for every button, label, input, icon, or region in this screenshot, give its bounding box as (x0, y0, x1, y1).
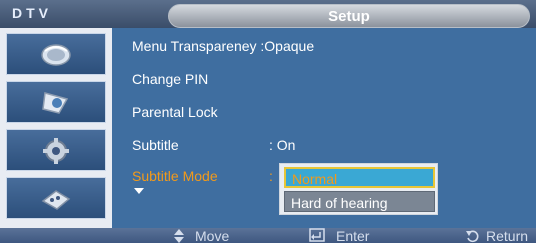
sidebar (0, 28, 112, 228)
subtitle-mode-dropdown[interactable]: Normal Hard of hearing (279, 163, 438, 215)
sidebar-item-picture[interactable] (6, 81, 106, 123)
dtv-label: DTV (12, 5, 52, 21)
option-normal[interactable]: Normal (284, 167, 435, 188)
footer-enter: Enter (309, 228, 369, 243)
move-arrows-icon (174, 229, 184, 243)
menu-item-subtitle-mode[interactable]: Subtitle Mode (132, 168, 218, 184)
footer-return: Return (466, 228, 528, 243)
subtitle-value: : On (269, 137, 296, 153)
menu-item-change-pin[interactable]: Change PIN (132, 71, 208, 87)
input-icon (41, 190, 71, 210)
menu-item-parental-lock[interactable]: Parental Lock (132, 104, 218, 120)
move-label: Move (195, 228, 230, 243)
sidebar-item-setup[interactable] (6, 129, 106, 171)
setup-screen: DTV Setup Menu Transpareney:Opaque Chan… (0, 0, 536, 243)
enter-label: Enter (336, 228, 370, 243)
sidebar-item-channel[interactable] (6, 33, 106, 75)
menu-item-transparency[interactable]: Menu Transpareney :Opaque (132, 38, 314, 54)
title-pill: Setup (168, 4, 530, 28)
menu-item-subtitle[interactable]: Subtitle (132, 137, 179, 153)
sidebar-item-input[interactable] (6, 177, 106, 219)
footer-bar: Move Enter Return (0, 228, 536, 243)
picture-icon (42, 92, 69, 114)
footer-move: Move (174, 228, 229, 243)
gear-icon (43, 138, 69, 164)
subtitle-mode-colon: : (269, 168, 273, 184)
return-icon (466, 230, 479, 243)
option-hard-of-hearing[interactable]: Hard of hearing (284, 191, 435, 212)
enter-icon (309, 228, 325, 242)
satellite-dish-icon (41, 44, 71, 66)
header-bar: DTV Setup (0, 0, 536, 28)
page-title: Setup (328, 8, 370, 25)
return-label: Return (486, 228, 529, 243)
scroll-down-icon[interactable] (134, 188, 144, 194)
